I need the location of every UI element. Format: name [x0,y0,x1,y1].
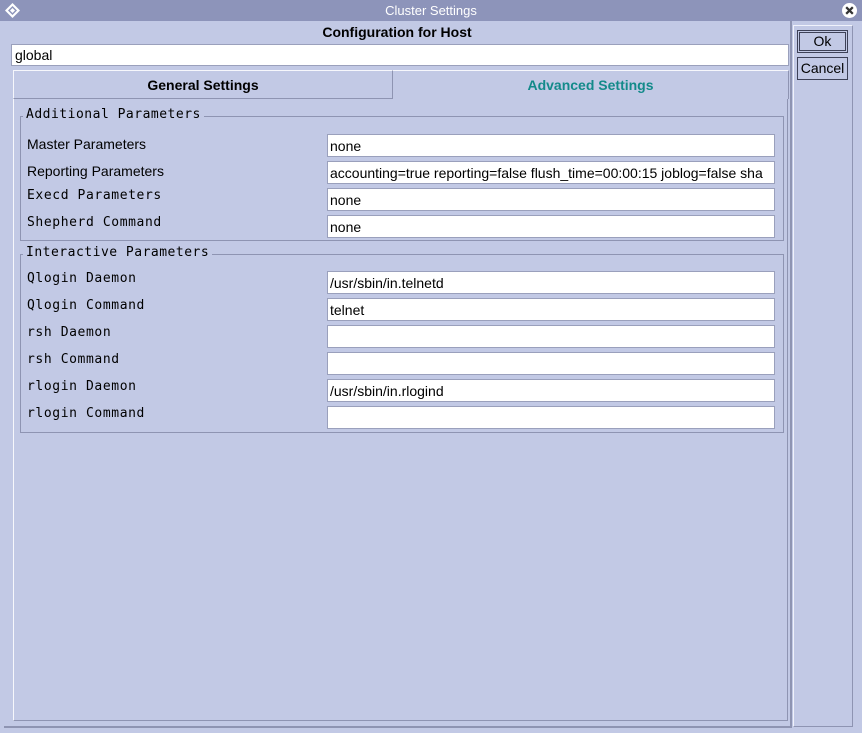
execd-parameters-field[interactable]: none [327,188,775,211]
reporting-parameters-field[interactable]: accounting=true reporting=false flush_ti… [327,161,775,184]
shepherd-command-label: Shepherd Command [27,215,162,230]
advanced-settings-panel: Additional Parameters Master Parameters … [13,99,788,721]
qlogin-daemon-field[interactable]: /usr/sbin/in.telnetd [327,271,775,294]
rlogin-daemon-label: rlogin Daemon [27,379,137,394]
master-parameters-row: Master Parameters none [27,134,777,157]
reporting-parameters-row: Reporting Parameters accounting=true rep… [27,161,777,184]
rlogin-command-label: rlogin Command [27,406,145,421]
tab-advanced-settings[interactable]: Advanced Settings [393,70,789,99]
group-title-interactive: Interactive Parameters [23,245,213,260]
dialog-body: Configuration for Host global General Se… [0,21,862,733]
rsh-command-row: rsh Command [27,352,777,375]
qlogin-command-label: Qlogin Command [27,298,145,313]
settings-pane: Configuration for Host global General Se… [4,21,792,728]
master-parameters-label: Master Parameters [27,136,147,152]
reporting-parameters-label: Reporting Parameters [27,163,164,179]
window-title: Cluster Settings [385,3,477,18]
qlogin-daemon-row: Qlogin Daemon /usr/sbin/in.telnetd [27,271,777,294]
rsh-daemon-label: rsh Daemon [27,325,112,340]
rlogin-command-field[interactable] [327,406,775,429]
tab-bar: General Settings Advanced Settings [13,70,789,100]
interactive-parameters-group: Interactive Parameters Qlogin Daemon /us… [20,245,784,433]
rsh-daemon-row: rsh Daemon [27,325,777,348]
ok-button[interactable]: Ok [797,30,848,53]
button-pane: Ok Cancel [793,25,853,727]
execd-parameters-row: Execd Parameters none [27,188,777,211]
rsh-daemon-field[interactable] [327,325,775,348]
rlogin-daemon-field[interactable]: /usr/sbin/in.rlogind [327,379,775,402]
window-titlebar[interactable]: Cluster Settings [0,0,862,21]
execd-parameters-label: Execd Parameters [27,188,162,203]
rlogin-command-row: rlogin Command [27,406,777,429]
close-icon[interactable] [841,2,858,19]
shepherd-command-field[interactable]: none [327,215,775,238]
cancel-button[interactable]: Cancel [797,57,848,80]
page-title: Configuration for Host [322,24,472,40]
rlogin-daemon-row: rlogin Daemon /usr/sbin/in.rlogind [27,379,777,402]
tab-general-settings[interactable]: General Settings [13,70,393,99]
additional-parameters-group: Additional Parameters Master Parameters … [20,107,784,241]
group-title-additional: Additional Parameters [23,107,204,122]
rsh-command-field[interactable] [327,352,775,375]
qlogin-command-row: Qlogin Command telnet [27,298,777,321]
qlogin-command-field[interactable]: telnet [327,298,775,321]
qlogin-daemon-label: Qlogin Daemon [27,271,137,286]
master-parameters-field[interactable]: none [327,134,775,157]
host-field[interactable]: global [11,44,789,66]
rsh-command-label: rsh Command [27,352,120,367]
shepherd-command-row: Shepherd Command none [27,215,777,238]
